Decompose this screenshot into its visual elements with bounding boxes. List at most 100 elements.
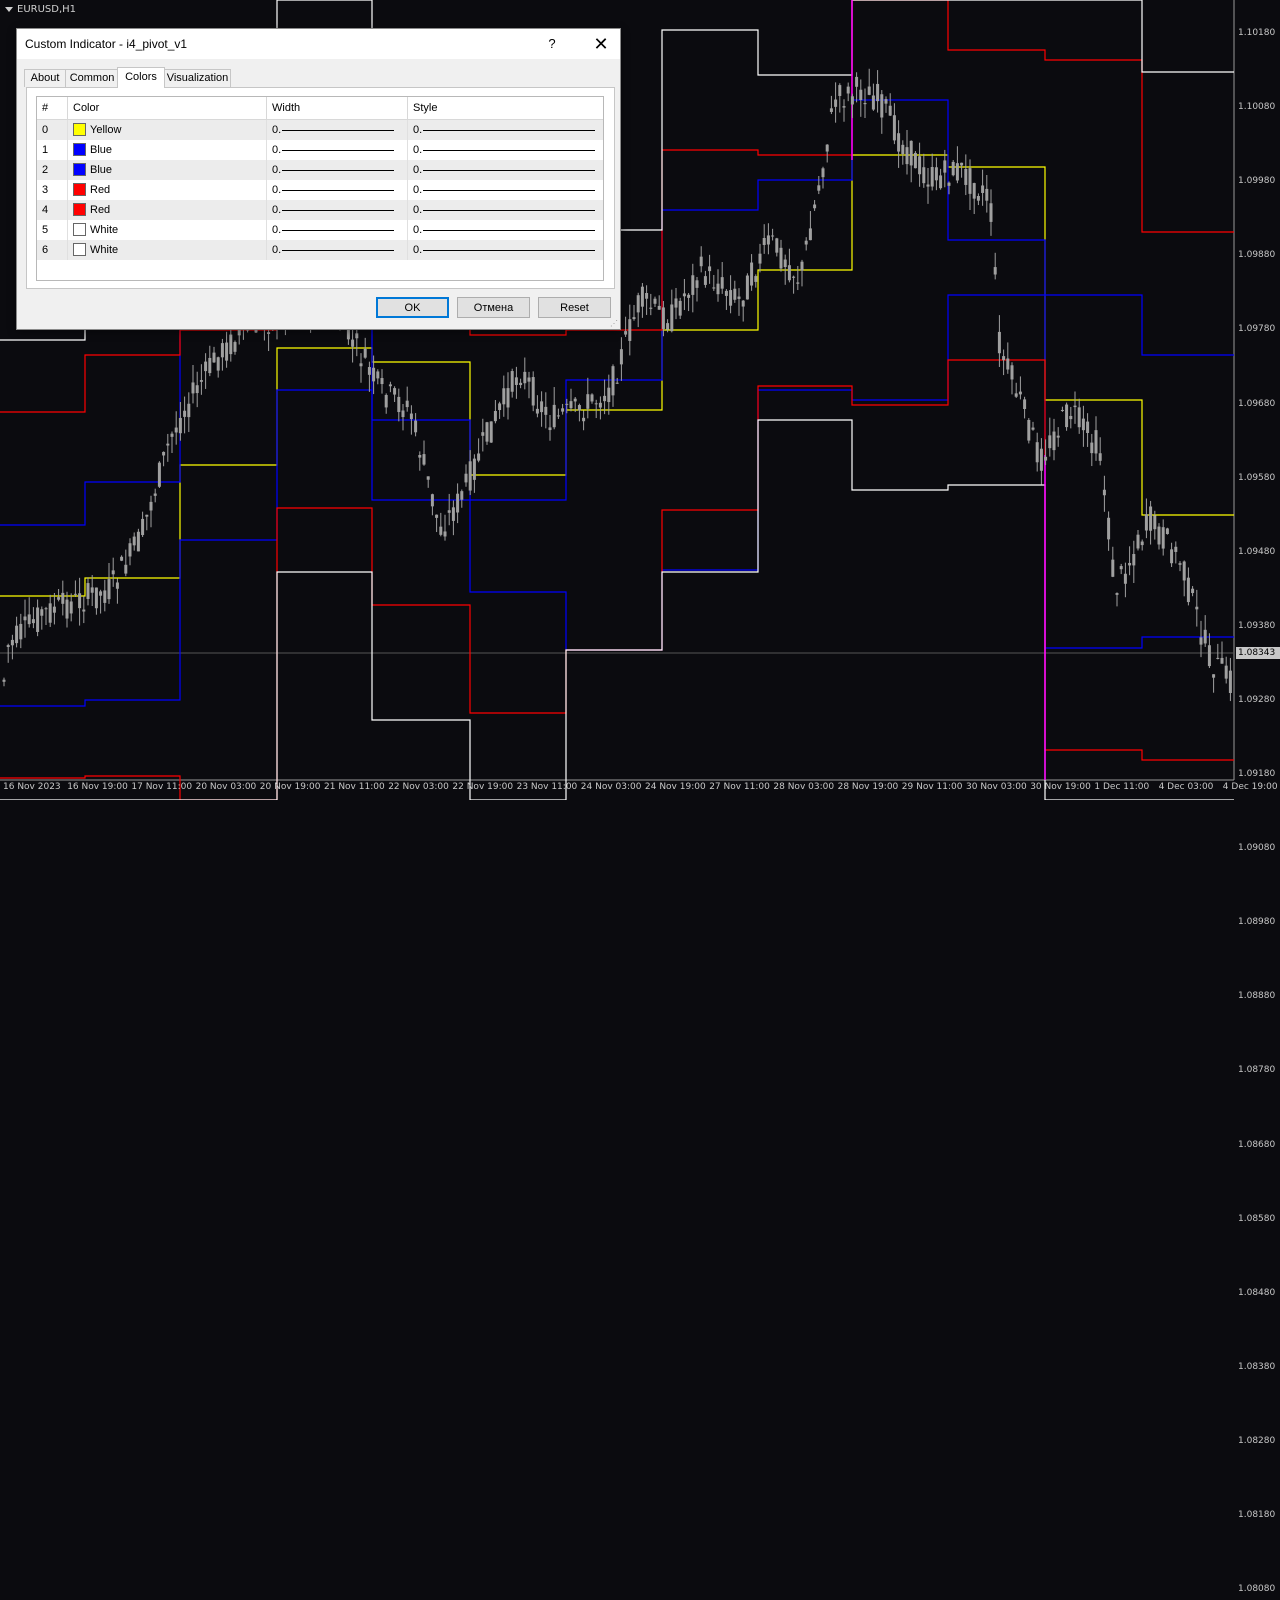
color-row[interactable]: 0 Yellow 0. 0. — [37, 120, 603, 140]
candle-body — [1224, 665, 1228, 679]
color-picker[interactable]: Blue — [68, 160, 267, 180]
cancel-button[interactable]: Отмена — [457, 297, 530, 318]
candle-body — [838, 85, 842, 96]
candle-body — [363, 348, 367, 358]
candle-body — [111, 570, 115, 575]
candle-body — [481, 432, 485, 436]
candle-body — [586, 394, 590, 409]
style-line-sample — [423, 250, 595, 251]
color-row[interactable]: 1 Blue 0. 0. — [37, 140, 603, 160]
color-picker[interactable]: White — [68, 240, 267, 260]
price-tick-label: 1.10180 — [1238, 28, 1276, 38]
tab-about[interactable]: About — [24, 69, 66, 87]
width-select[interactable]: 0. — [267, 160, 408, 180]
color-row[interactable]: 3 Red 0. 0. — [37, 180, 603, 200]
ok-button[interactable]: OK — [376, 297, 449, 318]
help-button[interactable]: ? — [537, 29, 567, 59]
candle-body — [195, 385, 199, 394]
dialog-titlebar[interactable]: Custom Indicator - i4_pivot_v1 ? ✕ — [17, 29, 620, 59]
candle-body — [69, 601, 73, 614]
candle-body — [204, 361, 208, 372]
color-picker[interactable]: White — [68, 220, 267, 240]
width-line-sample — [282, 230, 394, 231]
style-value: 0. — [413, 184, 423, 196]
color-row[interactable]: 4 Red 0. 0. — [37, 200, 603, 220]
width-line-sample — [282, 250, 394, 251]
candle-body — [6, 645, 10, 647]
style-select[interactable]: 0. — [408, 140, 603, 160]
candle-body — [955, 163, 959, 181]
tab-colors[interactable]: Colors — [117, 67, 165, 88]
color-row[interactable]: 5 White 0. 0. — [37, 220, 603, 240]
candle-body — [880, 94, 884, 118]
candle-body — [468, 461, 472, 491]
width-value: 0. — [272, 204, 282, 216]
row-index: 5 — [37, 220, 68, 240]
price-tick-label: 1.09980 — [1238, 176, 1276, 187]
candle-body — [409, 413, 413, 420]
resize-grip-icon[interactable]: ⋰ — [610, 319, 618, 328]
row-index: 0 — [37, 120, 68, 140]
color-picker[interactable]: Red — [68, 200, 267, 220]
candle-body — [850, 96, 854, 105]
width-select[interactable]: 0. — [267, 220, 408, 240]
candle-body — [145, 514, 149, 517]
candle-body — [535, 408, 539, 414]
style-line-sample — [423, 230, 595, 231]
color-row[interactable]: 6 White 0. 0. — [37, 240, 603, 260]
candle-body — [132, 536, 136, 546]
candle-body — [523, 371, 527, 384]
width-select[interactable]: 0. — [267, 180, 408, 200]
style-value: 0. — [413, 124, 423, 136]
reset-button[interactable]: Reset — [538, 297, 611, 318]
candle-body — [27, 614, 31, 625]
candle-body — [502, 388, 506, 405]
dialog-title: Custom Indicator - i4_pivot_v1 — [25, 37, 188, 51]
symbol-label[interactable]: EURUSD,H1 — [5, 4, 76, 15]
tab-visualization[interactable]: Visualization — [164, 69, 231, 87]
row-index: 4 — [37, 200, 68, 220]
tab-common[interactable]: Common — [65, 69, 119, 87]
time-tick-label: 20 Nov 03:00 — [195, 782, 257, 792]
width-select[interactable]: 0. — [267, 120, 408, 140]
candle-body — [1052, 431, 1056, 451]
time-tick-label: 4 Dec 03:00 — [1158, 782, 1214, 792]
candle-body — [771, 235, 775, 237]
style-select[interactable]: 0. — [408, 220, 603, 240]
candle-body — [65, 599, 69, 619]
time-tick-label: 16 Nov 19:00 — [67, 782, 128, 792]
candle-body — [384, 394, 388, 408]
color-row[interactable]: 2 Blue 0. 0. — [37, 160, 603, 180]
style-select[interactable]: 0. — [408, 120, 603, 140]
candle-body — [1073, 405, 1077, 408]
candle-body — [107, 579, 111, 600]
candle-body — [645, 292, 649, 299]
style-select[interactable]: 0. — [408, 200, 603, 220]
color-picker[interactable]: Red — [68, 180, 267, 200]
candle-body — [380, 378, 384, 385]
price-tick-label: 1.09680 — [1238, 398, 1276, 409]
candle-body — [136, 531, 140, 552]
color-picker[interactable]: Blue — [68, 140, 267, 160]
width-select[interactable]: 0. — [267, 140, 408, 160]
width-select[interactable]: 0. — [267, 200, 408, 220]
candle-body — [1123, 573, 1127, 584]
width-value: 0. — [272, 164, 282, 176]
candle-body — [901, 144, 905, 155]
candle-body — [36, 607, 40, 632]
width-select[interactable]: 0. — [267, 240, 408, 260]
close-button[interactable]: ✕ — [582, 29, 620, 59]
style-select[interactable]: 0. — [408, 240, 603, 260]
candle-body — [842, 106, 846, 108]
time-tick-label: 24 Nov 19:00 — [645, 782, 706, 792]
candle-body — [414, 420, 418, 433]
color-name: Blue — [90, 164, 113, 176]
candle-body — [867, 86, 871, 95]
style-select[interactable]: 0. — [408, 160, 603, 180]
color-picker[interactable]: Yellow — [68, 120, 267, 140]
candle-body — [1178, 563, 1182, 565]
price-tick-label: 1.08480 — [1238, 1287, 1276, 1298]
style-select[interactable]: 0. — [408, 180, 603, 200]
candle-body — [19, 623, 23, 640]
candle-body — [267, 332, 271, 334]
